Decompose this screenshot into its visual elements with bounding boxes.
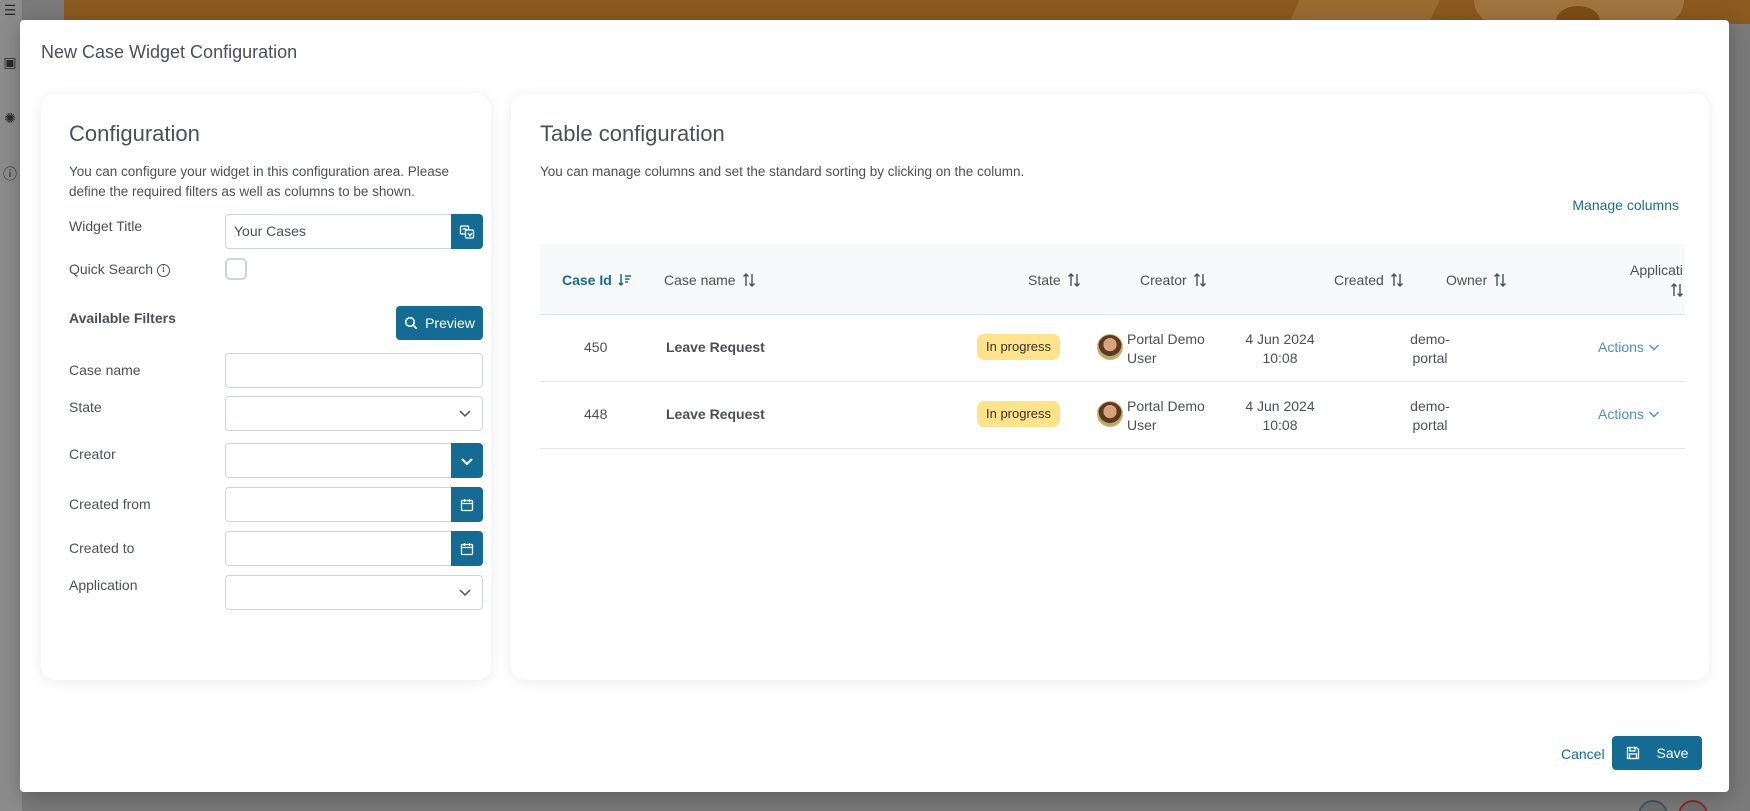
chevron-down-icon — [459, 410, 471, 418]
case-name-filter-label: Case name — [69, 362, 141, 378]
save-button[interactable]: Save — [1612, 736, 1702, 770]
created-cell: 4 Jun 2024 10:08 — [1245, 331, 1315, 366]
avatar — [1097, 401, 1123, 427]
dialog-title: New Case Widget Configuration — [41, 42, 298, 62]
created-from-input[interactable] — [225, 487, 451, 522]
column-header-state[interactable]: State — [1028, 272, 1081, 288]
manage-columns-link[interactable]: Manage columns — [1572, 197, 1679, 213]
column-header-creator[interactable]: Creator — [1140, 272, 1207, 288]
quick-search-checkbox[interactable] — [225, 258, 247, 280]
calendar-icon — [460, 542, 474, 555]
creator-filter-input[interactable] — [225, 443, 451, 478]
column-header-application[interactable]: Applicati — [1630, 262, 1690, 298]
created-cell: 4 Jun 2024 10:08 — [1245, 398, 1315, 433]
translate-button[interactable] — [451, 214, 483, 249]
state-filter-select[interactable] — [225, 396, 483, 431]
table-configuration-description: You can manage columns and set the stand… — [540, 164, 1025, 179]
table-configuration-panel: Table configuration You can manage colum… — [511, 94, 1709, 680]
sort-icon — [742, 273, 755, 287]
lightbulb-icon: ✺ — [4, 110, 16, 126]
case-id-cell: 448 — [584, 406, 608, 422]
status-badge: In progress — [977, 334, 1061, 360]
creator-dropdown-button[interactable] — [451, 443, 483, 478]
table-header: Case Id Case name State Creator Created … — [540, 244, 1685, 315]
calendar-icon — [460, 498, 474, 511]
background-sidebar: ☰ ▣ ✺ ⓘ — [0, 0, 22, 811]
column-header-created[interactable]: Created — [1334, 272, 1404, 288]
created-to-label: Created to — [69, 540, 135, 556]
creator-cell: Portal Demo User — [1127, 331, 1205, 366]
created-from-calendar-button[interactable] — [451, 487, 483, 522]
actions-menu-button[interactable]: Actions — [1598, 339, 1660, 355]
column-header-owner[interactable]: Owner — [1446, 272, 1507, 288]
configuration-panel: Configuration You can configure your wid… — [41, 94, 491, 680]
creator-cell: Portal Demo User — [1127, 398, 1205, 433]
preview-button[interactable]: Preview — [396, 306, 483, 340]
info-icon[interactable]: i — [157, 264, 171, 277]
table-configuration-title: Table configuration — [540, 121, 725, 146]
application-filter-label: Application — [69, 577, 138, 593]
table-row[interactable]: 450 Leave Request In progress Portal Dem… — [540, 315, 1685, 382]
chevron-down-icon — [1648, 344, 1659, 351]
creator-filter-label: Creator — [69, 446, 116, 462]
chevron-down-icon — [1648, 411, 1659, 418]
case-id-cell: 450 — [584, 339, 608, 355]
available-filters-title: Available Filters — [69, 310, 176, 326]
column-header-case-name[interactable]: Case name — [664, 272, 756, 288]
column-header-case-id[interactable]: Case Id — [562, 272, 632, 288]
sort-descending-icon — [618, 274, 631, 287]
sort-icon — [1494, 273, 1507, 287]
widget-title-input[interactable]: Your Cases — [225, 214, 451, 249]
configuration-title: Configuration — [69, 121, 200, 146]
translate-icon — [459, 224, 475, 239]
case-name-filter-input[interactable] — [225, 353, 483, 388]
chevron-down-icon — [459, 589, 471, 597]
save-icon — [1626, 746, 1639, 760]
created-to-calendar-button[interactable] — [451, 531, 483, 566]
owner-cell: demo- portal — [1410, 398, 1450, 433]
widget-title-label: Widget Title — [69, 218, 143, 234]
status-badge: In progress — [977, 401, 1061, 427]
sort-icon — [1067, 273, 1080, 287]
application-filter-select[interactable] — [225, 575, 483, 610]
actions-menu-button[interactable]: Actions — [1598, 406, 1660, 422]
quick-search-label: Quick Search i — [69, 261, 171, 277]
search-icon — [404, 316, 418, 330]
created-from-label: Created from — [69, 496, 151, 512]
case-widget-dialog: New Case Widget Configuration Configurat… — [20, 20, 1729, 792]
sort-icon — [1671, 283, 1683, 297]
dashboard-icon: ▣ — [3, 54, 17, 70]
cancel-button[interactable]: Cancel — [1561, 746, 1605, 762]
case-name-cell: Leave Request — [666, 406, 765, 422]
chevron-down-icon — [461, 457, 473, 465]
sort-icon — [1193, 273, 1206, 287]
owner-cell: demo- portal — [1410, 331, 1450, 366]
table-row[interactable]: 448 Leave Request In progress Portal Dem… — [540, 382, 1685, 449]
created-to-input[interactable] — [225, 531, 451, 566]
background-fab — [1638, 800, 1668, 811]
info-circle-icon: ⓘ — [3, 166, 17, 182]
state-filter-label: State — [69, 399, 102, 415]
avatar — [1097, 334, 1123, 360]
sort-icon — [1390, 273, 1403, 287]
case-name-cell: Leave Request — [666, 339, 765, 355]
menu-icon: ☰ — [3, 2, 17, 18]
configuration-description: You can configure your widget in this co… — [69, 164, 449, 199]
background-fab — [1678, 800, 1708, 811]
case-table: Case Id Case name State Creator Created … — [540, 244, 1685, 449]
